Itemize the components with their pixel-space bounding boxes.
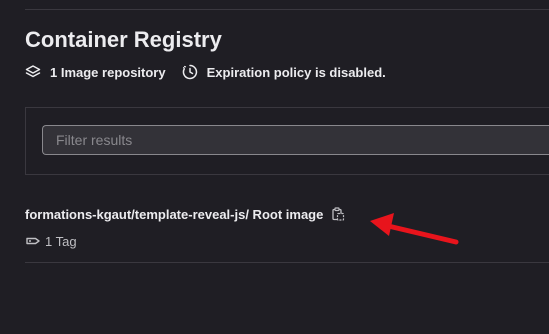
repository-count: 1 Image repository	[25, 64, 166, 80]
page-title: Container Registry	[25, 27, 222, 52]
repository-item: formations-kgaut/template-reveal-js/ Roo…	[25, 204, 347, 224]
copy-to-clipboard-icon	[332, 207, 345, 221]
registry-metadata: 1 Image repository Expiration policy is …	[25, 62, 386, 82]
repository-name-link[interactable]: formations-kgaut/template-reveal-js/ Roo…	[25, 207, 323, 222]
container-registry-page: Container Registry 1 Image repository Ex…	[0, 0, 549, 334]
list-divider	[25, 262, 549, 263]
repository-tags: 1 Tag	[25, 232, 77, 250]
expiration-policy-label: Expiration policy is disabled.	[206, 64, 386, 80]
tag-count-label: 1 Tag	[45, 233, 77, 249]
copy-to-clipboard-button[interactable]	[329, 205, 347, 223]
tag-icon	[25, 233, 41, 249]
red-arrow-annotation	[370, 213, 459, 245]
repository-count-label: 1 Image repository	[50, 64, 166, 80]
layers-icon	[25, 64, 41, 80]
expiration-policy: Expiration policy is disabled.	[182, 64, 386, 80]
filter-bar	[25, 107, 549, 175]
top-divider	[25, 9, 549, 10]
filter-results-input[interactable]	[42, 125, 549, 155]
expire-clock-icon	[182, 64, 198, 80]
